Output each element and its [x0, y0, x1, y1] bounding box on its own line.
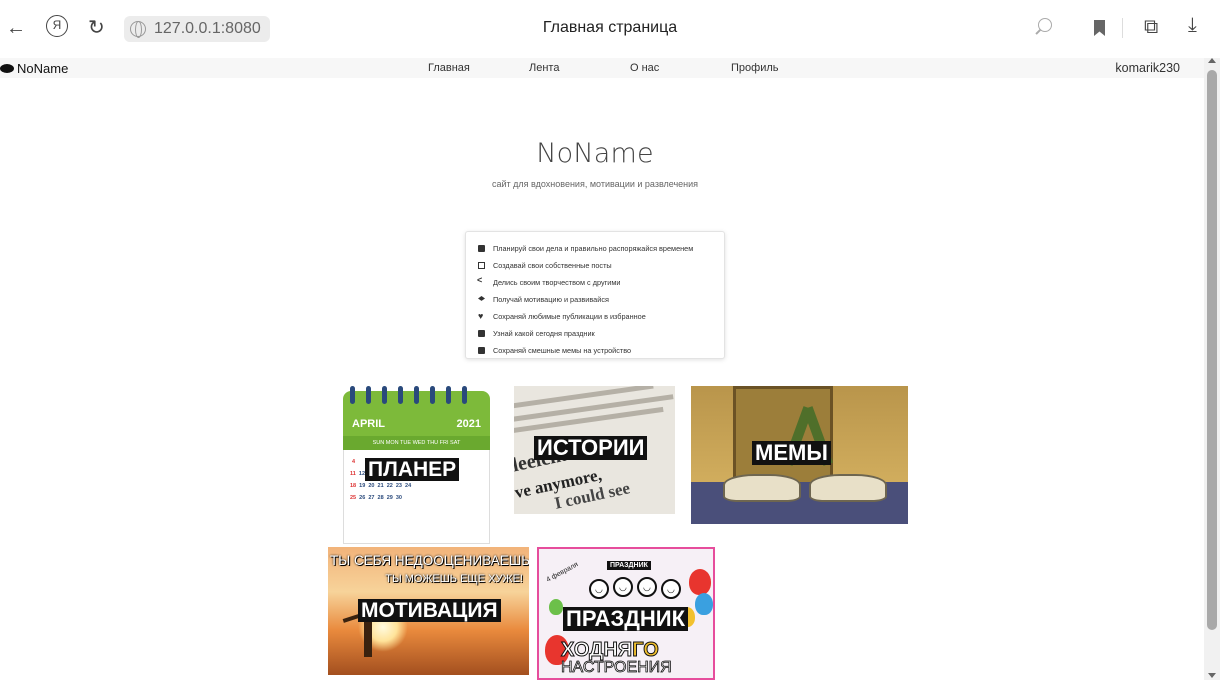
feature-text: Узнай какой сегодня праздник: [493, 329, 595, 338]
feature-list: Планируй свои дела и правильно распоряжа…: [465, 231, 725, 359]
feature-item: Узнай какой сегодня праздник: [478, 325, 724, 342]
motivation-tile[interactable]: ТЫ СЕБЯ НЕДООЦЕНИВАЕШЬ! ТЫ МОЖЕШЬ ЕЩЕ ХУ…: [328, 547, 529, 675]
hero-title: NoName: [536, 138, 654, 169]
share-icon: [477, 275, 485, 286]
nav-link-home[interactable]: Главная: [428, 62, 470, 74]
brand-name: NoName: [17, 61, 69, 76]
download-icon: [478, 347, 485, 354]
scroll-down-icon[interactable]: [1208, 673, 1216, 678]
feature-text: Планируй свои дела и правильно распоряжа…: [493, 244, 694, 253]
memes-tile[interactable]: МЕМЫ: [691, 386, 908, 524]
toolbar-divider: [1122, 18, 1123, 38]
planner-label: ПЛАНЕР: [365, 458, 460, 481]
hero-subtitle: сайт для вдохновения, мотивации и развле…: [491, 179, 699, 189]
feature-text: Делись своим творчеством с другими: [493, 278, 621, 287]
holiday-line-3: НАСТРОЕНИЯ: [561, 659, 673, 677]
address-bar[interactable]: 127.0.0.1:8080: [124, 16, 270, 42]
feature-item: Сохраняй смешные мемы на устройство: [478, 342, 724, 359]
search-icon[interactable]: [1038, 18, 1052, 32]
motivation-caption-top: ТЫ СЕБЯ НЕДООЦЕНИВАЕШЬ!: [330, 553, 529, 568]
scroll-up-icon[interactable]: [1208, 58, 1216, 63]
reload-icon[interactable]: ↻: [88, 14, 105, 42]
feature-item: Планируй свои дела и правильно распоряжа…: [478, 240, 724, 257]
heart-icon: [478, 313, 485, 320]
calendar-weekdays: SUN MON TUE WED THU FRI SAT: [343, 436, 490, 450]
feature-item: Создавай свои собственные посты: [478, 257, 724, 274]
graduation-cap-icon: [478, 296, 485, 301]
feature-text: Получай мотивацию и развивайся: [493, 295, 609, 304]
feature-item: Получай мотивацию и развивайся: [478, 291, 724, 308]
holiday-tile[interactable]: ПРАЗДНИК 4 февраля ХОДНЯГО НАСТРОЕНИЯ ПР…: [537, 547, 715, 680]
stories-label: ИСТОРИИ: [534, 436, 648, 460]
planner-tile[interactable]: APRIL 2021 SUN MON TUE WED THU FRI SAT 4…: [340, 386, 493, 546]
stories-tile[interactable]: leelchai ve anymore, I could see ИСТОРИИ: [514, 386, 675, 514]
nav-link-feed[interactable]: Лента: [529, 62, 559, 74]
download-icon[interactable]: ⤓: [1188, 14, 1197, 37]
holiday-date: 4 февраля: [545, 561, 580, 584]
holiday-label: ПРАЗДНИК: [563, 607, 689, 631]
motivation-label: МОТИВАЦИЯ: [358, 599, 501, 622]
feature-text: Сохраняй смешные мемы на устройство: [493, 346, 632, 355]
feature-item: Делись своим творчеством с другими: [477, 274, 724, 291]
brand-logo-icon: [0, 64, 14, 73]
calendar-year: 2021: [456, 418, 481, 430]
motivation-caption-bottom: ТЫ МОЖЕШЬ ЕЩЕ ХУЖЕ!: [385, 573, 523, 585]
page-scrollbar[interactable]: [1204, 58, 1220, 680]
back-icon[interactable]: ←: [6, 14, 26, 42]
globe-icon: [130, 21, 146, 38]
page-title: Главная страница: [542, 19, 678, 36]
holiday-banner: ПРАЗДНИК: [607, 561, 651, 570]
bookmark-icon[interactable]: [1094, 20, 1105, 36]
tabs-icon[interactable]: ⧉: [1144, 16, 1158, 39]
yandex-icon[interactable]: Я: [46, 15, 68, 37]
calendar-rings: [350, 386, 490, 406]
feature-text: Создавай свои собственные посты: [493, 261, 612, 270]
feature-item: Сохраняй любимые публикации в избранное: [478, 308, 724, 325]
user-name-link[interactable]: komarik230: [1115, 61, 1180, 75]
memes-label: МЕМЫ: [752, 441, 831, 465]
brand-link[interactable]: NoName: [0, 61, 68, 76]
site-navbar: NoName Главная Лента О нас Профиль komar…: [0, 58, 1204, 78]
browser-toolbar: ← Я ↻ 127.0.0.1:8080 Главная страница ⧉ …: [0, 0, 1220, 58]
nav-link-profile[interactable]: Профиль: [731, 62, 779, 74]
scrollbar-thumb[interactable]: [1207, 70, 1217, 630]
nav-link-about[interactable]: О нас: [630, 62, 659, 74]
calendar-icon: [478, 245, 485, 252]
feature-text: Сохраняй любимые публикации в избранное: [493, 312, 646, 321]
url-text: 127.0.0.1:8080: [154, 20, 261, 37]
calendar-month: APRIL: [352, 418, 385, 430]
calendar-day-icon: [478, 330, 485, 337]
edit-icon: [478, 262, 485, 269]
